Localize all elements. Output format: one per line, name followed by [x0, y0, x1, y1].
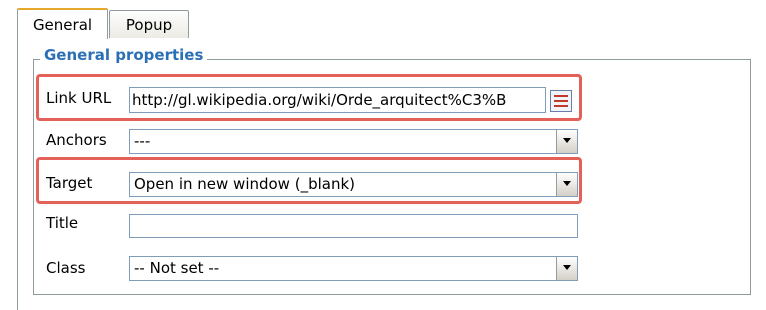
- tab-general[interactable]: General: [17, 8, 108, 39]
- tab-popup[interactable]: Popup: [109, 10, 189, 38]
- section-legend: General properties: [40, 46, 208, 64]
- chevron-down-icon[interactable]: [556, 130, 577, 153]
- link-url-highlight: [36, 74, 582, 121]
- target-highlight: [36, 157, 582, 204]
- class-label: Class: [46, 259, 86, 277]
- anchors-label: Anchors: [46, 131, 107, 149]
- tab-bar: General Popup: [17, 5, 766, 39]
- chevron-down-icon[interactable]: [556, 257, 577, 280]
- title-input[interactable]: [129, 214, 578, 238]
- anchors-value: ---: [134, 132, 151, 150]
- anchors-select[interactable]: ---: [129, 129, 578, 154]
- class-select[interactable]: -- Not set --: [129, 256, 578, 281]
- title-label: Title: [46, 214, 79, 232]
- class-value: -- Not set --: [134, 259, 220, 277]
